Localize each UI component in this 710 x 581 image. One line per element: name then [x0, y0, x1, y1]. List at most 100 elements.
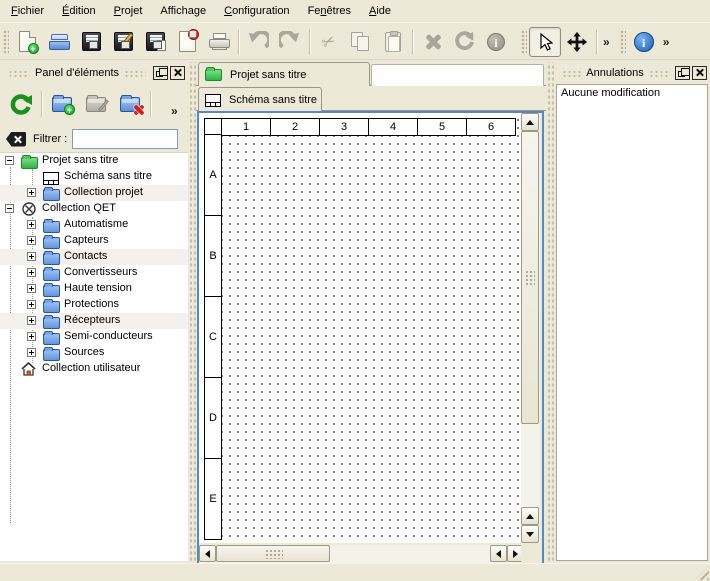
- print-button[interactable]: [203, 27, 235, 57]
- panel-toolbar-overflow-button[interactable]: »: [168, 104, 181, 118]
- toolbar-overflow-button[interactable]: »: [660, 35, 673, 49]
- dock-texture: [124, 69, 146, 77]
- about-button[interactable]: i: [628, 27, 660, 57]
- paste-button[interactable]: [377, 27, 409, 57]
- close-panel-button[interactable]: [692, 66, 707, 80]
- menu-edition[interactable]: Édition: [53, 1, 105, 21]
- select-tool-button[interactable]: [529, 27, 561, 57]
- tree-item-collection-qet[interactable]: Collection QET: [0, 201, 188, 217]
- copy-button[interactable]: [345, 27, 377, 57]
- new-document-button[interactable]: +: [11, 27, 43, 57]
- expand-toggle-icon[interactable]: [27, 300, 36, 309]
- delete-button[interactable]: [416, 27, 448, 57]
- tab-projet-sans-titre[interactable]: Projet sans titre: [198, 62, 370, 86]
- filter-input[interactable]: [72, 129, 178, 149]
- expand-toggle-icon[interactable]: [27, 220, 36, 229]
- expand-toggle-icon[interactable]: [27, 348, 36, 357]
- column-header: 1 2 3 4 5 6: [204, 118, 516, 136]
- tree-item-haute-tension[interactable]: Haute tension: [0, 281, 188, 297]
- menu-affichage[interactable]: Affichage: [151, 1, 215, 21]
- elements-panel-titlebar: Panel d'éléments: [0, 62, 188, 83]
- save-button[interactable]: [75, 27, 107, 57]
- menu-configuration[interactable]: Configuration: [215, 1, 298, 21]
- schema-view: 1 2 3 4 5 6 A B C D E: [197, 111, 544, 564]
- vertical-scrollbar[interactable]: [521, 113, 540, 543]
- tree-item-sources[interactable]: Sources: [0, 345, 188, 361]
- tree-item-semi-conducteurs[interactable]: Semi-conducteurs: [0, 329, 188, 345]
- expand-toggle-icon[interactable]: [27, 316, 36, 325]
- save-as-button[interactable]: [107, 27, 139, 57]
- reload-collections-button[interactable]: [4, 87, 38, 121]
- tree-item-convertisseurs[interactable]: Convertisseurs: [0, 265, 188, 281]
- scroll-left-button-2[interactable]: [490, 545, 507, 562]
- left-splitter-handle[interactable]: [188, 62, 196, 562]
- horizontal-scrollbar[interactable]: [199, 545, 524, 563]
- rotate-icon: [454, 31, 475, 52]
- undo-history-list[interactable]: Aucune modification: [556, 84, 708, 561]
- tree-item-schema[interactable]: Schéma sans titre: [0, 169, 188, 185]
- expand-toggle-icon[interactable]: [27, 188, 36, 197]
- float-panel-button[interactable]: [675, 66, 690, 80]
- menu-fichier[interactable]: Fichier: [2, 1, 53, 21]
- save-all-icon: [146, 32, 165, 51]
- dock-texture: [649, 69, 668, 77]
- undo-button[interactable]: [242, 27, 274, 57]
- close-panel-button[interactable]: [170, 66, 185, 80]
- horizontal-scrollbar-thumb[interactable]: [216, 545, 330, 562]
- menu-projet[interactable]: Projet: [105, 1, 152, 21]
- cut-button[interactable]: ✂: [313, 27, 345, 57]
- clear-filter-icon[interactable]: [6, 132, 26, 147]
- rotate-button[interactable]: [448, 27, 480, 57]
- row-label: E: [204, 458, 222, 540]
- undo-list-item[interactable]: Aucune modification: [557, 85, 707, 101]
- toolbar-drag-handle[interactable]: [520, 29, 527, 55]
- scroll-down-button[interactable]: [521, 525, 539, 543]
- expand-toggle-icon[interactable]: [27, 268, 36, 277]
- tree-item-capteurs[interactable]: Capteurs: [0, 233, 188, 249]
- vertical-scrollbar-thumb[interactable]: [521, 131, 539, 424]
- schema-canvas[interactable]: 1 2 3 4 5 6 A B C D E: [199, 113, 521, 543]
- expand-toggle-icon[interactable]: [27, 332, 36, 341]
- select-tool-icon: [535, 32, 555, 52]
- tree-item-protections[interactable]: Protections: [0, 297, 188, 313]
- menu-fenetres[interactable]: Fenêtres: [299, 1, 360, 21]
- float-icon: [156, 71, 163, 77]
- expand-toggle-icon[interactable]: [27, 236, 36, 245]
- tree-item-project[interactable]: Projet sans titre: [0, 153, 188, 169]
- folder-icon: [43, 221, 60, 233]
- toolbar-overflow-button[interactable]: »: [600, 35, 613, 49]
- scroll-up-button-2[interactable]: [521, 507, 539, 525]
- cut-icon: ✂: [319, 30, 340, 54]
- edit-category-button[interactable]: [79, 87, 113, 121]
- collapse-toggle-icon[interactable]: [5, 204, 14, 213]
- conductor-info-button[interactable]: i: [480, 27, 512, 57]
- expand-toggle-icon[interactable]: [27, 284, 36, 293]
- tree-item-collection-utilisateur[interactable]: Collection utilisateur: [0, 361, 188, 377]
- scroll-left-button[interactable]: [199, 545, 216, 562]
- tree-item-automatisme[interactable]: Automatisme: [0, 217, 188, 233]
- save-all-button[interactable]: [139, 27, 171, 57]
- tab-schema-sans-titre[interactable]: Schéma sans titre: [198, 87, 322, 111]
- close-document-button[interactable]: ×: [171, 27, 203, 57]
- redo-button[interactable]: [274, 27, 306, 57]
- column-label: 1: [221, 118, 271, 136]
- move-tool-button[interactable]: [561, 27, 593, 57]
- resize-grip[interactable]: [695, 566, 709, 580]
- tree-item-collection-projet[interactable]: Collection projet: [0, 185, 188, 201]
- right-splitter-handle[interactable]: [546, 62, 554, 562]
- tree-item-contacts[interactable]: Contacts: [0, 249, 188, 265]
- toolbar-drag-handle[interactable]: [619, 29, 626, 55]
- scroll-up-button[interactable]: [521, 113, 539, 131]
- toolbar-drag-handle[interactable]: [2, 29, 9, 55]
- expand-toggle-icon[interactable]: [27, 252, 36, 261]
- menu-aide[interactable]: Aide: [360, 1, 400, 21]
- collapse-toggle-icon[interactable]: [5, 156, 14, 165]
- filter-label: Filtrer :: [33, 133, 67, 145]
- new-category-button[interactable]: +: [45, 87, 79, 121]
- tree-item-recepteurs[interactable]: Récepteurs: [0, 313, 188, 329]
- delete-category-button[interactable]: [113, 87, 147, 121]
- float-panel-button[interactable]: [153, 66, 168, 80]
- folder-icon: [43, 317, 60, 329]
- open-project-button[interactable]: [43, 27, 75, 57]
- schema-icon: [43, 172, 59, 185]
